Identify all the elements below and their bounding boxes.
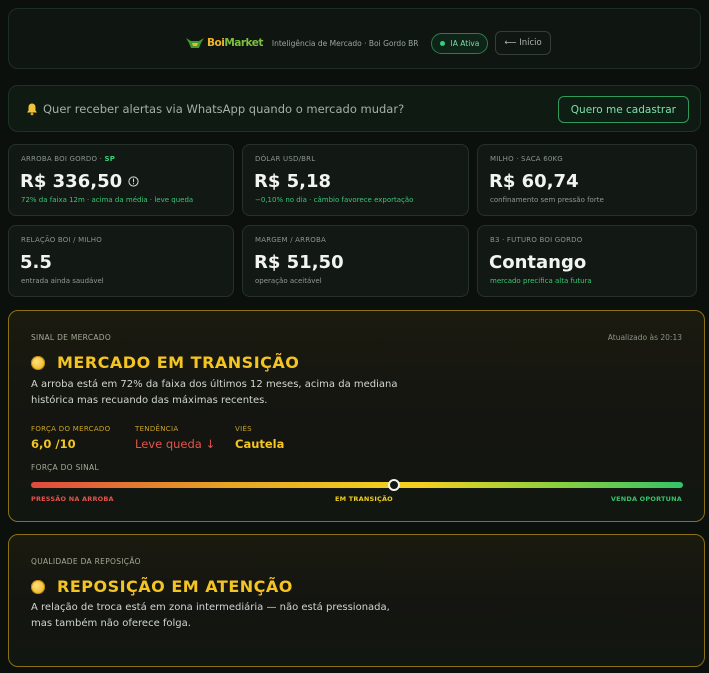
card-dolar: DÓLAR USD/BRL R$ 5,18 −0,10% no dia · câ… xyxy=(242,144,469,216)
bar-label-left: PRESSÃO NA ARROBA xyxy=(31,495,114,503)
signal-description: A arroba está em 72% da faixa dos último… xyxy=(31,379,398,406)
card-note: mercado precifica alta futura xyxy=(490,277,592,285)
card-margem: MARGEM / ARROBA R$ 51,50 operação aceitá… xyxy=(242,225,469,297)
metric-key: FORÇA DO MERCADO xyxy=(31,425,111,433)
alert-text: Quer receber alertas via WhatsApp quando… xyxy=(43,102,405,116)
market-signal-panel: SINAL DE MERCADO Atualizado às 20:13 MER… xyxy=(8,310,705,522)
section-label: QUALIDADE DA REPOSIÇÃO xyxy=(31,557,141,566)
metric-key: VIÉS xyxy=(235,425,252,433)
signal-title: MERCADO EM TRANSIÇÃO xyxy=(31,353,299,372)
card-label: DÓLAR USD/BRL xyxy=(255,155,316,163)
card-value: R$ 336,50 xyxy=(20,171,139,192)
gradient-track xyxy=(31,482,683,488)
signal-strength-indicator xyxy=(388,479,401,491)
card-relacao-boi-milho: RELAÇÃO BOI / MILHO 5.5 entrada ainda sa… xyxy=(8,225,234,297)
card-label: RELAÇÃO BOI / MILHO xyxy=(21,236,102,244)
card-label: MARGEM / ARROBA xyxy=(255,236,327,244)
yellow-circle-icon xyxy=(31,355,45,370)
metric-vies: VIÉS Cautela xyxy=(235,425,284,451)
card-value: R$ 51,50 xyxy=(254,252,344,273)
home-button[interactable]: ⟵ Início xyxy=(495,31,551,55)
ia-status-badge: IA Ativa xyxy=(430,32,489,54)
yellow-circle-icon xyxy=(31,579,45,594)
whatsapp-alert-banner: Quer receber alertas via WhatsApp quando… xyxy=(8,85,701,132)
card-note: entrada ainda saudável xyxy=(21,277,104,285)
updated-timestamp: Atualizado às 20:13 xyxy=(607,333,682,342)
card-value: R$ 5,18 xyxy=(254,171,332,192)
card-note: confinamento sem pressão forte xyxy=(490,196,604,204)
signup-button[interactable]: Quero me cadastrar xyxy=(557,96,689,123)
card-note: −0,10% no dia · câmbio favorece exportaç… xyxy=(255,196,414,204)
strength-label: FORÇA DO SINAL xyxy=(31,463,99,472)
bar-label-right: VENDA OPORTUNA xyxy=(610,495,682,503)
region-tag: SP xyxy=(104,155,116,163)
metric-value: Cautela xyxy=(235,437,285,451)
logo-text-boi: Boi xyxy=(207,37,225,49)
status-dot-icon xyxy=(439,40,445,46)
boimarket-logo[interactable]: BoiMarket xyxy=(185,35,263,51)
card-note: 72% da faixa 12m · acima da média · leve… xyxy=(21,196,194,204)
metric-value: Leve queda ↓ xyxy=(135,437,216,451)
header-subtitle: Inteligência de Mercado · Boi Gordo BR xyxy=(271,38,419,48)
card-value: R$ 60,74 xyxy=(489,171,579,192)
metric-value: 6,0 /10 xyxy=(31,437,76,451)
bar-label-mid: EM TRANSIÇÃO xyxy=(335,495,393,503)
replacement-quality-panel: QUALIDADE DA REPOSIÇÃO REPOSIÇÃO EM ATEN… xyxy=(8,534,705,667)
bell-icon xyxy=(27,103,37,116)
section-label: SINAL DE MERCADO xyxy=(31,333,112,342)
quality-title: REPOSIÇÃO EM ATENÇÃO xyxy=(31,577,293,596)
card-note: operação aceitável xyxy=(255,277,322,285)
card-milho: MILHO · SACA 60KG R$ 60,74 confinamento … xyxy=(477,144,697,216)
ia-status-label: IA Ativa xyxy=(450,38,480,48)
metric-key: TENDÊNCIA xyxy=(135,425,179,433)
signal-strength-bar xyxy=(31,479,683,491)
logo-text-market: Market xyxy=(224,37,263,49)
card-value: 5.5 xyxy=(20,252,52,273)
card-label: ARROBA BOI GORDO · SP xyxy=(21,155,116,163)
info-icon[interactable] xyxy=(128,176,139,187)
card-value: Contango xyxy=(489,252,587,273)
metric-tendencia: TENDÊNCIA Leve queda ↓ xyxy=(135,425,215,451)
bull-logo-icon xyxy=(186,38,204,48)
card-label: B3 · FUTURO BOI GORDO xyxy=(490,236,583,244)
card-arroba: ARROBA BOI GORDO · SP R$ 336,50 72% da f… xyxy=(8,144,234,216)
card-label: MILHO · SACA 60KG xyxy=(490,155,563,163)
quality-description: A relação de troca está em zona intermed… xyxy=(31,602,390,629)
top-header: BoiMarket Inteligência de Mercado · Boi … xyxy=(8,8,701,69)
card-b3-futuro: B3 · FUTURO BOI GORDO Contango mercado p… xyxy=(477,225,697,297)
metric-forca: FORÇA DO MERCADO 6,0 /10 xyxy=(31,425,110,451)
